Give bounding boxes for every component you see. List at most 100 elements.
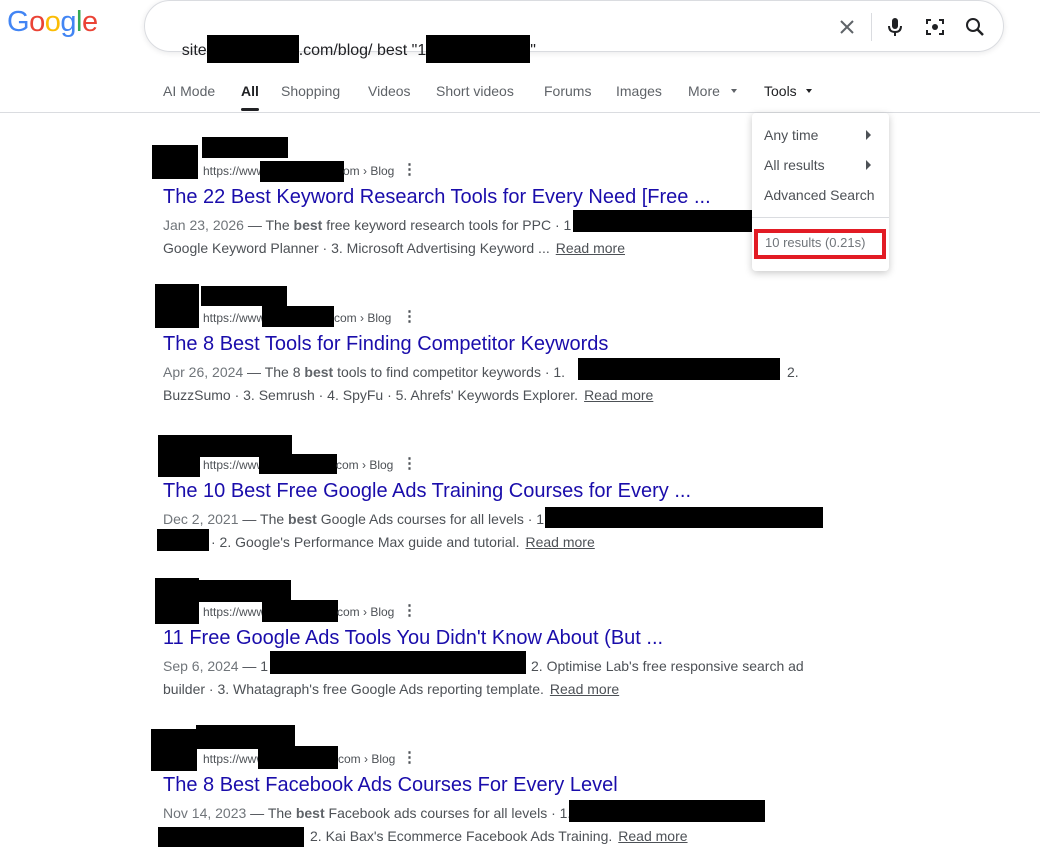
read-more-link[interactable]: Read more (584, 387, 653, 403)
snippet-text: builder · 3. Whatagraph's free Google Ad… (163, 681, 544, 697)
redacted-block (157, 529, 209, 551)
result-snippet: Jan 23, 2026 — The best free keyword res… (163, 217, 571, 233)
tab-images[interactable]: Images (616, 83, 662, 99)
menu-item-advanced-search[interactable]: Advanced Search (764, 187, 875, 203)
result-snippet: Nov 14, 2023 — The best Facebook ads cou… (163, 805, 571, 821)
tab-shopping[interactable]: Shopping (281, 83, 340, 99)
result-snippet-line2: 2. Kai Bax's Ecommerce Facebook Ads Trai… (310, 828, 688, 844)
result-url[interactable]: https://www (203, 752, 265, 766)
snippet-bold: best (288, 511, 317, 527)
redacted-block (426, 35, 531, 63)
result-url[interactable]: https://www (203, 164, 265, 178)
search-divider (871, 13, 872, 41)
snippet-text: 2. Kai Bax's Ecommerce Facebook Ads Trai… (310, 828, 613, 844)
chevron-right-icon (866, 130, 871, 140)
redacted-block (578, 358, 780, 380)
result-date: Nov 14, 2023 (163, 805, 247, 821)
read-more-link[interactable]: Read more (526, 534, 595, 550)
redacted-block (202, 137, 288, 158)
results-count: 10 results (0.21s) (754, 229, 886, 259)
redacted-block (158, 827, 304, 847)
menu-item-all-results[interactable]: All results (764, 157, 825, 173)
snippet-text: Google Keyword Planner · 3. Microsoft Ad… (163, 240, 550, 256)
result-title[interactable]: 11 Free Google Ads Tools You Didn't Know… (163, 627, 663, 650)
menu-item-any-time[interactable]: Any time (764, 127, 818, 143)
result-date: Jan 23, 2026 (163, 217, 244, 233)
chevron-down-icon (730, 89, 737, 93)
search-result: https://www com › Blog ⋮ 11 Free Google … (0, 576, 860, 711)
snippet-text: free keyword research tools for PPC · 1 (322, 217, 572, 233)
more-options-icon[interactable]: ⋮ (402, 601, 417, 619)
redacted-block (201, 286, 287, 306)
result-snippet: Apr 26, 2024 — The 8 best tools to find … (163, 364, 565, 380)
result-title[interactable]: The 8 Best Tools for Finding Competitor … (163, 333, 608, 356)
lens-icon[interactable] (921, 13, 949, 41)
more-options-icon[interactable]: ⋮ (402, 454, 417, 472)
redacted-block (259, 454, 337, 474)
redacted-block (155, 284, 199, 328)
snippet-tail: 2. Optimise Lab's free responsive search… (531, 658, 804, 674)
tab-videos[interactable]: Videos (368, 83, 411, 99)
snippet-text: · 2. Google's Performance Max guide and … (211, 534, 520, 550)
logo-letter: e (81, 6, 98, 38)
more-options-icon[interactable]: ⋮ (402, 748, 417, 766)
search-result: https://www com › Blog ⋮ The 8 Best Face… (0, 723, 860, 858)
result-snippet: Dec 2, 2021 — The best Google Ads course… (163, 511, 544, 527)
redacted-block (197, 580, 291, 602)
tab-all[interactable]: All (241, 83, 259, 111)
redacted-block (262, 600, 338, 622)
redacted-block (545, 507, 823, 528)
logo-letter: o (29, 6, 45, 38)
more-options-icon[interactable]: ⋮ (402, 160, 417, 178)
result-title[interactable]: The 8 Best Facebook Ads Courses For Ever… (163, 774, 618, 797)
result-breadcrumb: com › Blog (334, 311, 392, 325)
result-url[interactable]: https://www (203, 605, 265, 619)
result-snippet-line2: Google Keyword Planner · 3. Microsoft Ad… (163, 240, 625, 256)
result-breadcrumb: com › Blog (338, 752, 396, 766)
result-url[interactable]: https://www (203, 458, 265, 472)
result-url[interactable]: https://www (203, 311, 265, 325)
snippet-bold: best (295, 805, 325, 821)
result-date: Apr 26, 2024 (163, 364, 244, 380)
tools-dropdown-menu: Any time All results Advanced Search 10 … (752, 113, 889, 271)
close-icon[interactable] (833, 13, 861, 41)
snippet-text: tools to find competitor keywords · 1. (333, 364, 566, 380)
result-snippet-line2: builder · 3. Whatagraph's free Google Ad… (163, 681, 619, 697)
tab-ai-mode[interactable]: AI Mode (163, 83, 215, 99)
google-logo[interactable]: Google (7, 6, 98, 39)
search-query[interactable]: site .com/blog/ best "1 " (164, 17, 536, 81)
search-icon[interactable] (961, 13, 989, 41)
redacted-block (262, 306, 334, 327)
result-title[interactable]: The 22 Best Keyword Research Tools for E… (163, 186, 711, 209)
tab-short-videos[interactable]: Short videos (436, 83, 514, 99)
result-breadcrumb: com › Blog (337, 605, 395, 619)
snippet-text: — The (243, 217, 294, 233)
chevron-right-icon (866, 160, 871, 170)
mic-icon[interactable] (881, 13, 909, 41)
redacted-block (206, 35, 299, 63)
read-more-link[interactable]: Read more (618, 828, 687, 844)
tab-forums[interactable]: Forums (544, 83, 591, 99)
query-suffix: " (530, 42, 536, 59)
more-options-icon[interactable]: ⋮ (402, 307, 417, 325)
tab-more-label: More (688, 83, 720, 99)
snippet-text: Facebook ads courses for all levels · 1. (324, 805, 572, 821)
snippet-text: BuzzSumo · 3. Semrush · 4. SpyFu · 5. Ah… (163, 387, 579, 403)
redacted-block (155, 578, 199, 624)
chevron-down-icon (805, 89, 812, 93)
result-title[interactable]: The 10 Best Free Google Ads Training Cou… (163, 480, 691, 503)
redacted-block (158, 435, 200, 477)
read-more-link[interactable]: Read more (556, 240, 625, 256)
read-more-link[interactable]: Read more (550, 681, 619, 697)
snippet-text: Google Ads courses for all levels · 1 (316, 511, 545, 527)
tab-tools[interactable]: Tools (764, 83, 812, 99)
snippet-text: — The (238, 511, 289, 527)
snippet-text: — 1 (238, 658, 269, 674)
result-date: Sep 6, 2024 (163, 658, 239, 674)
snippet-bold: best (304, 364, 334, 380)
redacted-block (573, 210, 753, 232)
query-prefix: site (181, 42, 207, 59)
logo-letter: o (44, 6, 61, 38)
tab-more[interactable]: More (688, 83, 737, 99)
search-box[interactable]: site .com/blog/ best "1 " (144, 0, 1004, 63)
